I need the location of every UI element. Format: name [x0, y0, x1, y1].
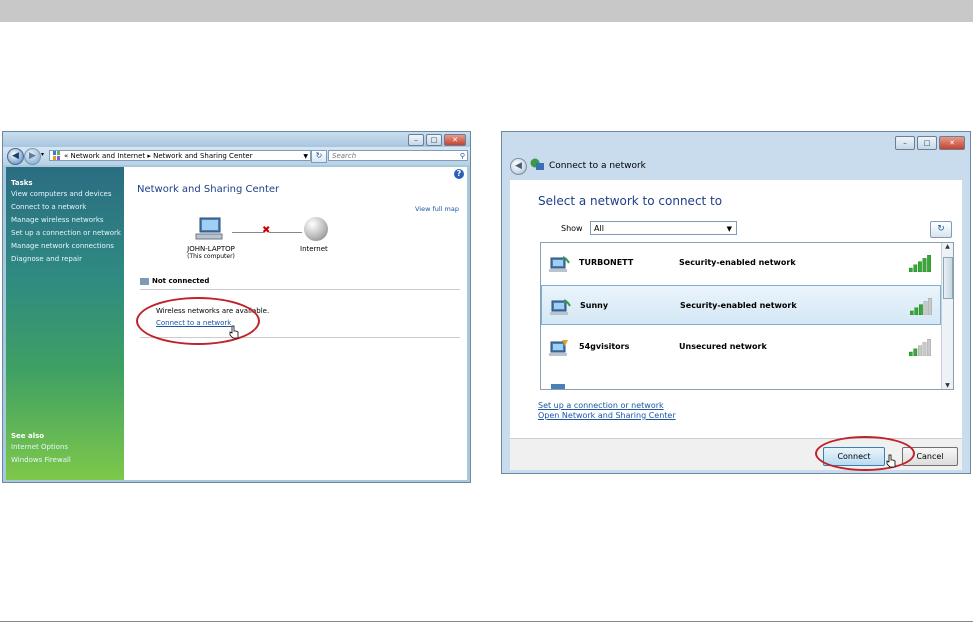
window-header: ◀ Connect to a network	[502, 152, 970, 180]
open-network-center-link[interactable]: Open Network and Sharing Center	[538, 411, 676, 420]
setup-connection-link[interactable]: Set up a connection or network	[538, 401, 664, 410]
network-row-partial[interactable]	[541, 369, 941, 389]
show-label: Show	[561, 224, 583, 233]
network-name: Sunny	[580, 301, 609, 310]
search-input[interactable]: Search ⚲	[328, 150, 468, 161]
signal-bar	[927, 254, 931, 272]
page-title: Select a network to connect to	[538, 194, 723, 208]
close-button[interactable]: ✕	[444, 134, 466, 146]
tasks-sidebar: Tasks View computers and devices Connect…	[6, 167, 124, 480]
breadcrumb: « Network and Internet ▸ Network and Sha…	[64, 152, 253, 160]
task-view-computers[interactable]: View computers and devices	[11, 190, 124, 198]
see-also-internet-options[interactable]: Internet Options	[11, 443, 124, 451]
control-panel-icon	[53, 151, 60, 160]
signal-bar	[910, 310, 914, 315]
signal-strength-icon	[910, 297, 932, 315]
network-row-turbonett[interactable]: TURBONETT Security-enabled network	[541, 243, 941, 283]
network-name: TURBONETT	[579, 258, 634, 267]
see-also-section: See also Internet Options Windows Firewa…	[6, 432, 124, 469]
task-diagnose-repair[interactable]: Diagnose and repair	[11, 255, 124, 263]
wireless-network-icon	[550, 299, 571, 315]
signal-bar	[922, 342, 927, 356]
network-globe-icon	[530, 158, 544, 170]
refresh-icon[interactable]: ↻	[930, 221, 952, 238]
scroll-down-icon[interactable]: ▼	[942, 382, 953, 389]
address-field[interactable]: « Network and Internet ▸ Network and Sha…	[49, 150, 311, 161]
history-dropdown-icon[interactable]: ▾	[41, 151, 44, 158]
task-setup-connection[interactable]: Set up a connection or network	[11, 229, 124, 237]
close-button[interactable]: ✕	[939, 136, 965, 150]
forward-arrow-icon[interactable]: ▶	[24, 148, 41, 165]
internet-label: Internet	[300, 245, 328, 253]
internet-globe-icon	[304, 217, 328, 241]
highlight-ellipse	[815, 436, 915, 471]
signal-bar	[909, 267, 913, 272]
signal-strength-icon	[909, 254, 931, 272]
task-manage-connections[interactable]: Manage network connections	[11, 242, 124, 250]
network-security: Security-enabled network	[679, 258, 796, 267]
network-security: Unsecured network	[679, 342, 767, 351]
network-list-scrollbar[interactable]: ▲ ▼	[941, 243, 953, 389]
signal-bar	[922, 258, 927, 272]
task-connect-to-network[interactable]: Connect to a network	[11, 203, 124, 211]
scroll-thumb[interactable]	[943, 257, 953, 299]
dialog-body: Select a network to connect to Show All …	[510, 180, 962, 438]
wireless-network-icon	[549, 256, 570, 272]
task-manage-wireless[interactable]: Manage wireless networks	[11, 216, 124, 224]
signal-bar	[928, 297, 932, 315]
title-bar: – □ ✕	[3, 132, 470, 147]
network-status-icon	[140, 277, 149, 285]
view-full-map-link[interactable]: View full map	[415, 205, 459, 213]
hand-cursor-icon	[886, 454, 896, 468]
page-title: Network and Sharing Center	[137, 184, 280, 195]
network-row-sunny[interactable]: Sunny Security-enabled network	[541, 285, 941, 325]
chevron-down-icon[interactable]: ▼	[727, 222, 732, 236]
network-list: TURBONETT Security-enabled network Sunny…	[540, 242, 954, 390]
highlight-ellipse	[136, 297, 260, 345]
search-icon[interactable]: ⚲	[460, 151, 465, 162]
computer-label: JOHN-LAPTOP (This computer)	[187, 245, 235, 260]
bottom-rule	[0, 621, 973, 622]
minimize-button[interactable]: –	[895, 136, 915, 150]
signal-bar	[918, 304, 923, 315]
signal-bar	[917, 261, 922, 272]
signal-bar	[914, 307, 919, 315]
signal-bar	[913, 348, 918, 356]
back-arrow-icon[interactable]: ◀	[7, 148, 24, 165]
connect-to-network-window: – □ ✕ ◀ Connect to a network Select a ne…	[501, 131, 971, 474]
maximize-button[interactable]: □	[917, 136, 937, 150]
wireless-network-icon	[551, 384, 565, 389]
see-also-heading: See also	[11, 432, 45, 440]
network-row-54gvisitors[interactable]: 54gvisitors Unsecured network	[541, 327, 941, 367]
network-name: 54gvisitors	[579, 342, 630, 351]
top-banner	[0, 0, 973, 22]
signal-strength-icon	[909, 338, 931, 356]
unsecured-network-icon	[549, 340, 568, 356]
address-bar: ◀ ▶ ▾ « Network and Internet ▸ Network a…	[3, 147, 470, 165]
window-title: Connect to a network	[549, 161, 646, 171]
network-security: Security-enabled network	[680, 301, 797, 310]
disconnected-x-icon: ✖	[262, 225, 271, 236]
signal-bar	[917, 345, 922, 356]
signal-bar	[909, 351, 913, 356]
scroll-up-icon[interactable]: ▲	[942, 243, 953, 250]
minimize-button[interactable]: –	[408, 134, 424, 146]
maximize-button[interactable]: □	[426, 134, 442, 146]
computer-icon	[195, 217, 223, 240]
back-arrow-icon[interactable]: ◀	[510, 158, 527, 175]
signal-bar	[923, 301, 928, 315]
connection-line	[269, 232, 302, 233]
tasks-heading: Tasks	[11, 179, 33, 187]
show-filter-select[interactable]: All ▼	[590, 221, 737, 235]
chevron-down-icon[interactable]: ▼	[303, 151, 308, 162]
signal-bar	[913, 264, 918, 272]
connection-status: Not connected	[140, 277, 209, 285]
help-icon[interactable]: ?	[454, 169, 464, 179]
signal-bar	[927, 338, 931, 356]
see-also-windows-firewall[interactable]: Windows Firewall	[11, 456, 124, 464]
divider	[140, 289, 460, 290]
refresh-icon[interactable]: ↻	[311, 150, 327, 163]
connection-line	[232, 232, 264, 233]
hand-cursor-icon	[229, 325, 239, 339]
